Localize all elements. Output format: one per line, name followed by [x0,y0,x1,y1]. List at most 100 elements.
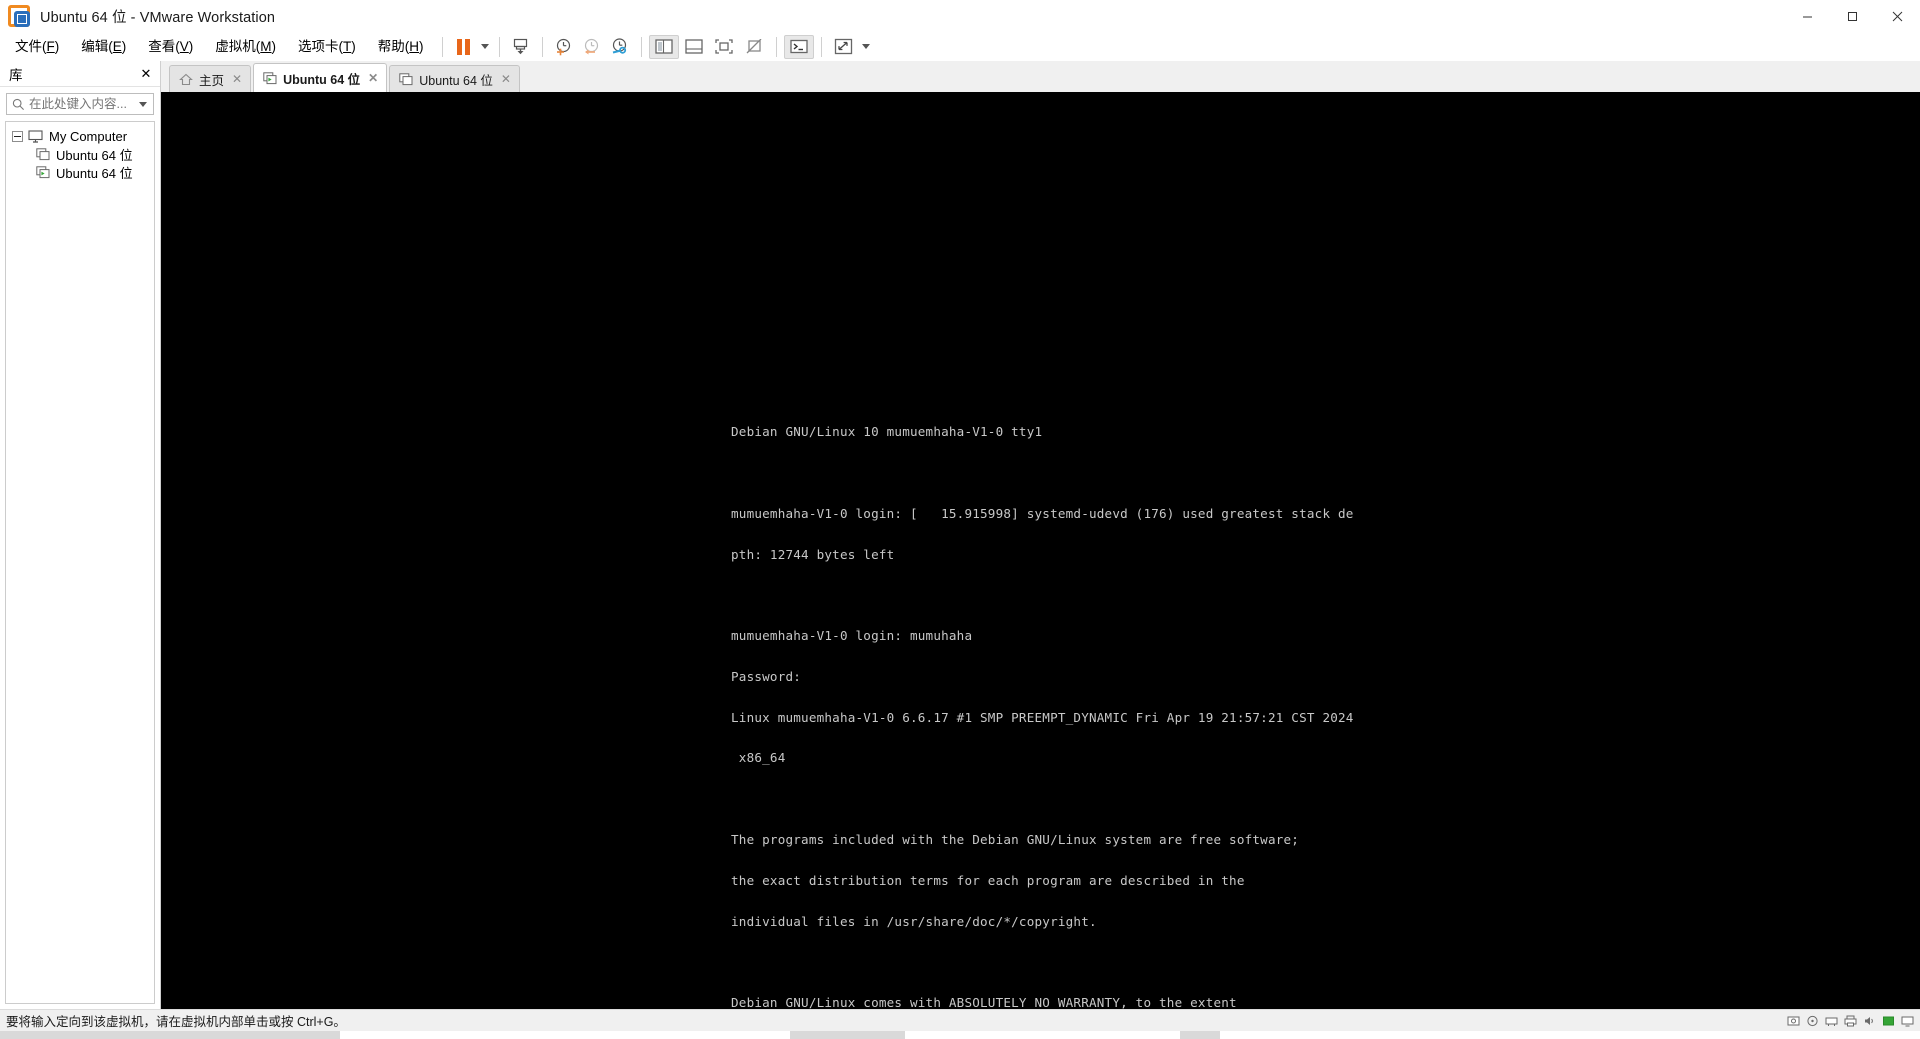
tree-item-my-computer[interactable]: My Computer [6,127,154,145]
snapshot-add-icon [556,38,571,56]
panel-left-icon [654,39,673,54]
pause-icon [457,38,471,55]
suspend-dropdown[interactable] [478,35,492,59]
tab-ubuntu-second[interactable]: Ubuntu 64 位 ✕ [389,65,520,92]
tab-ubuntu-active[interactable]: Ubuntu 64 位 ✕ [253,63,388,92]
toolbar-separator [820,36,822,57]
unity-button[interactable] [783,34,814,59]
fullscreen-dropdown[interactable] [859,35,873,59]
terminal-line: Linux mumuemhaha-V1-0 6.6.17 #1 SMP PREE… [731,709,1354,725]
close-icon[interactable]: ✕ [139,66,153,82]
taskbar-strip [0,1031,1920,1039]
terminal-line: mumuemhaha-V1-0 login: [ 15.915998] syst… [731,505,1354,521]
library-header: 库 ✕ [0,61,160,87]
vm-running-icon [36,165,50,178]
tab-close-icon[interactable]: ✕ [230,72,244,86]
tree-item-label: Ubuntu 64 位 [56,147,133,163]
library-tree: My Computer Ubuntu 64 位 Ubuntu 64 位 [5,121,155,1004]
network-adapter-icon[interactable] [1824,1014,1838,1028]
terminal-line: Password: [731,668,802,684]
cd-dvd-icon[interactable] [1805,1014,1819,1028]
printer-icon[interactable] [1843,1014,1857,1028]
tab-bar: 主页 ✕ Ubuntu 64 位 ✕ Ubuntu 64 位 ✕ [161,61,1920,92]
menu-vm[interactable]: 虚拟机(M) [204,36,287,58]
show-thumbnail-bar-button[interactable] [679,35,709,59]
display-icon[interactable] [1900,1014,1914,1028]
home-icon [179,73,193,85]
tree-item-ubuntu-2[interactable]: Ubuntu 64 位 [6,163,154,181]
vm-console-view[interactable]: Debian GNU/Linux 10 mumuemhaha-V1-0 tty1… [161,92,1920,1009]
library-title: 库 [9,67,23,83]
taskbar-segment [0,1031,340,1039]
suspend-button[interactable] [450,35,478,59]
snapshot-revert-icon [584,38,599,55]
library-sidebar: 库 ✕ 在此处键入内容... My Computer Ubuntu 64 位 U… [0,61,161,1009]
search-box[interactable] [6,93,154,115]
console-view-off-icon [746,39,761,54]
menu-help[interactable]: 帮助(H) [367,36,435,58]
collapse-icon[interactable] [12,130,23,142]
toolbar-separator [541,36,543,57]
fullscreen-icon [834,38,853,55]
title-bar: Ubuntu 64 位 - VMware Workstation [0,0,1920,32]
taskbar-segment [790,1031,905,1039]
maximize-button[interactable] [1830,0,1875,32]
terminal-line: Debian GNU/Linux comes with ABSOLUTELY N… [731,995,1237,1009]
sound-card-icon[interactable] [1862,1014,1876,1028]
vm-icon [36,147,50,160]
snapshot-manager-icon [612,38,627,54]
show-library-button[interactable] [648,34,679,59]
toolbar-separator [441,36,443,57]
tab-home[interactable]: 主页 ✕ [169,65,252,92]
chevron-down-icon[interactable] [136,101,150,107]
tab-label: Ubuntu 64 位 [283,72,361,87]
terminal-line: mumuemhaha-V1-0 login: mumuhaha [731,628,973,644]
toolbar [435,32,873,61]
terminal-line: pth: 12744 bytes left [731,546,895,562]
menu-view[interactable]: 查看(V) [137,36,204,58]
tab-close-icon[interactable]: ✕ [366,71,380,85]
menu-edit[interactable]: 编辑(E) [70,36,137,58]
toolbar-separator [775,36,777,57]
status-message: 要将输入定向到该虚拟机，请在虚拟机内部单击或按 Ctrl+G。 [6,1015,346,1029]
terminal-line: x86_64 [731,750,786,766]
tree-item-label: My Computer [49,128,128,144]
console-view-icon [714,39,733,54]
hard-disk-icon[interactable] [1786,1014,1800,1028]
fullscreen-button[interactable] [829,35,859,59]
tree-item-ubuntu-1[interactable]: Ubuntu 64 位 [6,145,154,163]
power-button[interactable] [507,35,535,59]
terminal-line: the exact distribution terms for each pr… [731,872,1245,888]
vmware-workstation-window: Ubuntu 64 位 - VMware Workstation 文件(F) 编… [0,0,1920,1039]
close-button[interactable] [1875,0,1920,32]
terminal-line: Debian GNU/Linux 10 mumuemhaha-V1-0 tty1 [731,424,1043,440]
panel-bottom-icon [684,39,703,54]
snapshot-revert-button[interactable] [578,35,606,59]
vmware-logo-icon [8,5,30,27]
tab-close-icon[interactable]: ✕ [499,72,513,86]
snapshot-manager-button[interactable] [606,35,634,59]
device-tray [1786,1010,1914,1032]
taskbar-segment [1180,1031,1220,1039]
snapshot-take-button[interactable] [550,35,578,59]
main-body: 库 ✕ 在此处键入内容... My Computer Ubuntu 64 位 U… [0,61,1920,1009]
search-input[interactable] [29,97,136,111]
show-console-view-button[interactable] [709,35,739,59]
hide-console-view-button[interactable] [739,35,769,59]
library-search-wrap [0,87,160,119]
window-controls [1785,0,1920,32]
menu-file[interactable]: 文件(F) [4,36,70,58]
power-on-icon [513,38,528,55]
usb-device-icon[interactable] [1881,1014,1895,1028]
main-panel: 主页 ✕ Ubuntu 64 位 ✕ Ubuntu 64 位 ✕ Debian … [161,61,1920,1009]
tab-label: 主页 [199,73,225,88]
toolbar-separator [498,36,500,57]
tab-label: Ubuntu 64 位 [419,73,493,88]
menu-tabs[interactable]: 选项卡(T) [287,36,367,58]
minimize-button[interactable] [1785,0,1830,32]
vm-icon [399,72,413,85]
